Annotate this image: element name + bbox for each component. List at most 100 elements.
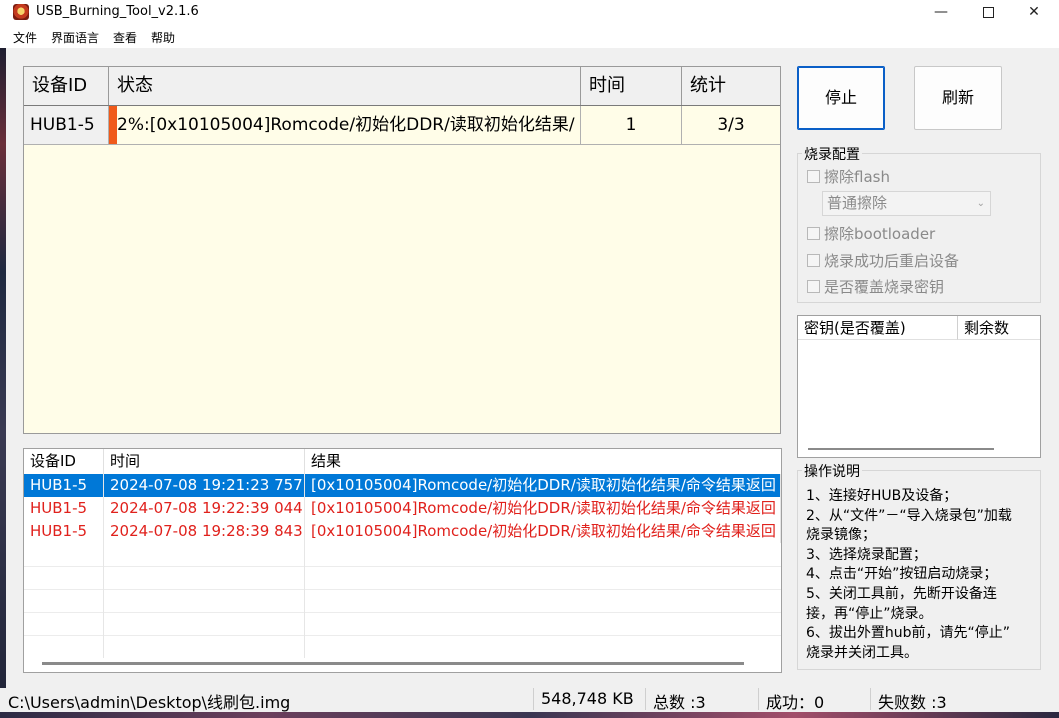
device-stats-cell: 3/3 [717,115,745,135]
menu-language[interactable]: 界面语言 [51,29,99,46]
log-cell-empty [24,612,104,635]
erase-mode-select[interactable]: 普通擦除 ⌄ [822,191,991,216]
background-strip-left [0,48,6,688]
log-header-result[interactable]: 结果 [305,449,781,474]
progress-bar [109,106,117,144]
close-button[interactable]: ✕ [1011,0,1057,26]
key-table-scrollbar[interactable] [808,448,994,450]
window-title: USB_Burning_Tool_v2.1.6 [36,4,199,19]
chevron-down-icon: ⌄ [976,198,985,209]
reboot-after-label: 烧录成功后重启设备 [824,252,960,270]
title-bar: USB_Burning_Tool_v2.1.6 — ✕ [0,0,1059,26]
overwrite-key-checkbox[interactable]: 是否覆盖烧录密钥 [807,276,944,297]
log-header-device-id[interactable]: 设备ID [24,449,104,474]
reboot-after-checkbox[interactable]: 烧录成功后重启设备 [807,250,959,271]
device-id-cell: HUB1-5 [24,106,109,144]
log-row[interactable]: HUB1-5 2024-07-08 19:28:39 843 [0x101050… [24,520,781,543]
instructions-text: 1、连接好HUB及设备； 2、从“文件”－“导入烧录包”加载 烧录镜像； 3、选… [806,487,1036,663]
menu-help[interactable]: 帮助 [151,29,175,46]
log-cell-time: 2024-07-08 19:28:39 843 [104,520,305,543]
background-strip-bottom [0,712,1059,718]
log-cell-id: HUB1-5 [24,520,104,543]
key-header-key[interactable]: 密钥(是否覆盖) [798,316,958,340]
checkbox-icon [807,170,820,183]
device-row[interactable]: HUB1-5 2%:[0x10105004]Romcode/初始化DDR/读取初… [24,106,780,145]
log-row[interactable]: HUB1-5 2024-07-08 19:21:23 757 [0x101050… [24,474,781,497]
log-cell-empty [104,635,305,658]
log-cell-result: [0x10105004]Romcode/初始化DDR/读取初始化结果/命令结果返… [305,497,781,520]
refresh-button[interactable]: 刷新 [914,66,1002,130]
device-status-cell: 2%:[0x10105004]Romcode/初始化DDR/读取初始化结果/ [109,106,581,144]
instruction-line: 烧录并关闭工具。 [806,644,918,661]
log-cell-result: [0x10105004]Romcode/初始化DDR/读取初始化结果/命令结果返… [305,474,781,497]
erase-bootloader-checkbox[interactable]: 擦除bootloader [807,223,935,244]
log-cell-empty [104,566,305,589]
log-cell-empty [24,589,104,612]
status-separator [758,688,759,710]
status-success: 成功：0 [766,693,825,712]
status-fail: 失败数 :3 [878,693,947,712]
status-separator [645,688,646,710]
log-cell-empty [24,543,104,566]
instruction-line: 1、连接好HUB及设备； [806,488,958,504]
maximize-icon [982,6,994,18]
log-cell-empty [104,612,305,635]
maximize-button[interactable] [965,0,1011,26]
instruction-line: 2、从“文件”－“导入烧录包”加载 [806,507,1012,524]
header-status[interactable]: 状态 [109,67,581,105]
erase-flash-label: 擦除flash [824,168,890,186]
log-cell-time: 2024-07-08 19:22:39 044 [104,497,305,520]
log-row-empty [24,612,781,636]
status-total: 总数 :3 [653,693,706,712]
log-table-scrollbar[interactable] [42,662,744,665]
instruction-line: 烧录镜像； [806,527,876,544]
instruction-line: 4、点击“开始”按钮启动烧录； [806,566,998,583]
app-icon [13,4,29,20]
log-table[interactable]: 设备ID 时间 结果 HUB1-5 2024-07-08 19:21:23 75… [23,448,782,673]
instruction-line: 接，再“停止”烧录。 [806,605,933,622]
log-cell-empty [104,589,305,612]
log-cell-empty [24,635,104,658]
checkbox-icon [807,227,820,240]
instruction-line: 5、关闭工具前，先断开设备连 [806,585,997,602]
log-row-empty [24,589,781,613]
log-cell-result: [0x10105004]Romcode/初始化DDR/读取初始化结果/命令结果返… [305,520,781,543]
header-device-id[interactable]: 设备ID [24,67,109,105]
log-cell-id: HUB1-5 [24,474,104,497]
key-header-remaining[interactable]: 剩余数 [958,316,1040,340]
log-cell-empty [24,566,104,589]
status-separator [533,688,534,710]
menu-file[interactable]: 文件 [13,29,37,46]
instructions-title: 操作说明 [802,461,862,481]
status-separator [870,688,871,710]
checkbox-icon [807,280,820,293]
erase-bootloader-label: 擦除bootloader [824,225,936,243]
log-row-empty [24,566,781,590]
minimize-button[interactable]: — [918,0,964,26]
overwrite-key-label: 是否覆盖烧录密钥 [824,278,945,296]
log-row-empty [24,543,781,567]
log-row[interactable]: HUB1-5 2024-07-08 19:22:39 044 [0x101050… [24,497,781,520]
log-cell-id: HUB1-5 [24,497,104,520]
erase-mode-value: 普通擦除 [827,194,888,212]
device-grid[interactable]: 设备ID 状态 时间 统计 HUB1-5 2%:[0x10105004]Romc… [23,66,781,434]
log-cell-time: 2024-07-08 19:21:23 757 [104,474,305,497]
device-status-text: 2%:[0x10105004]Romcode/初始化DDR/读取初始化结果/ [117,115,575,135]
status-file-path: C:\Users\admin\Desktop\线刷包.img [8,693,291,712]
log-cell-empty [104,543,305,566]
log-header-time[interactable]: 时间 [104,449,305,474]
stop-button[interactable]: 停止 [797,66,885,130]
burn-config-title: 烧录配置 [802,144,862,164]
erase-flash-checkbox[interactable]: 擦除flash [807,166,890,187]
header-stats[interactable]: 统计 [682,67,780,105]
instruction-line: 3、选择烧录配置； [806,546,927,563]
instruction-line: 6、拔出外置hub前，请先“停止” [806,625,1011,642]
menu-view[interactable]: 查看 [113,29,137,46]
header-time[interactable]: 时间 [581,67,682,105]
status-file-size: 548,748 KB [541,689,634,708]
device-grid-header: 设备ID 状态 时间 统计 [24,67,780,106]
status-bar: C:\Users\admin\Desktop\线刷包.img 548,748 K… [0,686,1059,712]
checkbox-icon [807,254,820,267]
key-table[interactable]: 密钥(是否覆盖) 剩余数 [797,315,1041,458]
log-row-empty [24,635,781,658]
